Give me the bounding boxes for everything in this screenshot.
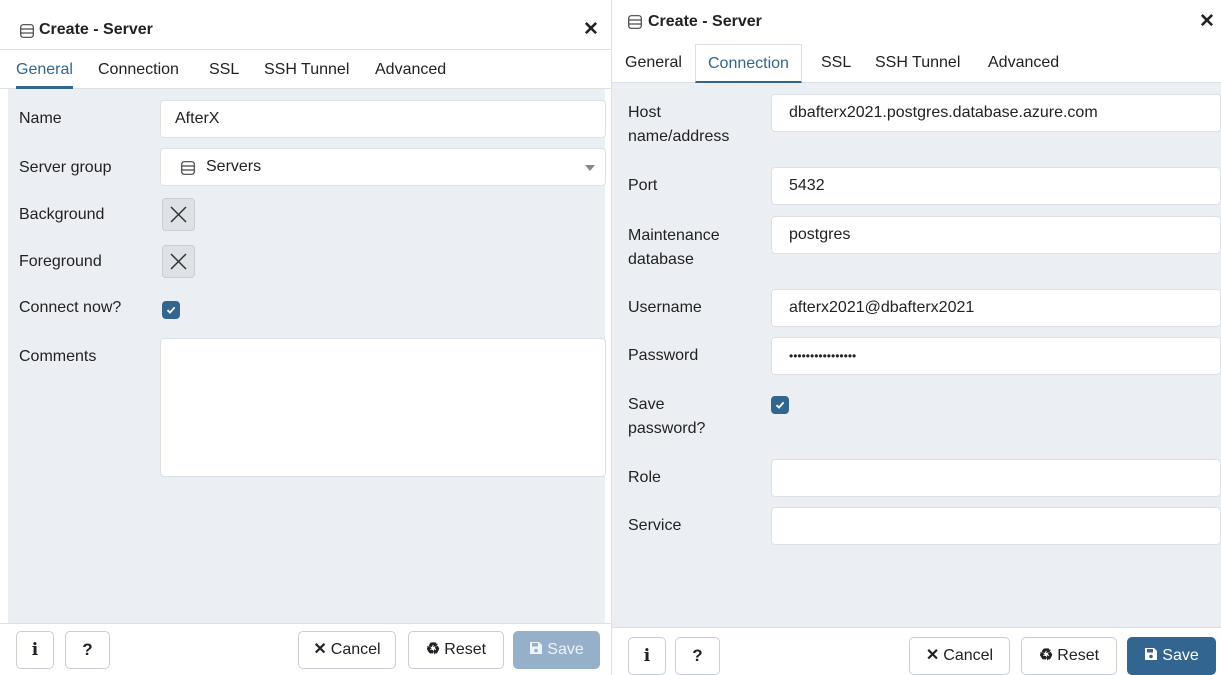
username-input[interactable]: afterx2021@dbafterx2021: [771, 289, 1221, 327]
save-password-checkbox[interactable]: [771, 396, 789, 414]
foreground-label: Foreground: [19, 253, 102, 270]
check-icon: [166, 306, 176, 314]
reset-button[interactable]: ♻ Reset: [1021, 637, 1117, 675]
floppy-disk-icon: [529, 632, 543, 668]
server-group-value: Servers: [206, 158, 262, 175]
port-input[interactable]: 5432: [771, 167, 1221, 205]
dialog-tabs: General Connection SSL SSH Tunnel Advanc…: [612, 44, 1221, 83]
foreground-color-picker[interactable]: [162, 245, 195, 278]
close-button[interactable]: ✕: [1197, 12, 1217, 32]
save-button[interactable]: Save: [1127, 637, 1216, 675]
tab-general[interactable]: General: [16, 50, 73, 89]
save-password-label-line1: Save: [628, 396, 665, 413]
server-group-label: Server group: [19, 159, 112, 176]
tab-advanced[interactable]: Advanced: [988, 44, 1059, 83]
save-password-label-line2: password?: [628, 420, 706, 437]
dialog-title: Create - Server: [39, 21, 153, 38]
check-icon: [775, 401, 785, 409]
name-input[interactable]: AfterX: [160, 100, 606, 138]
host-label: Host name/address: [628, 101, 729, 149]
comments-label: Comments: [19, 348, 97, 365]
info-button[interactable]: i: [628, 637, 666, 675]
name-label: Name: [19, 110, 62, 127]
cancel-button[interactable]: ✕ Cancel: [298, 631, 396, 669]
create-server-dialog-general: Create - Server ✕ General Connection SSL…: [0, 0, 612, 675]
tab-ssl[interactable]: SSL: [821, 44, 851, 83]
background-color-picker[interactable]: [162, 198, 195, 231]
background-label: Background: [19, 206, 105, 223]
save-button[interactable]: Save: [513, 631, 600, 669]
service-input[interactable]: [771, 507, 1221, 545]
tab-connection[interactable]: Connection: [98, 50, 179, 89]
floppy-disk-icon: [1144, 638, 1158, 674]
maintenance-db-label: Maintenance database: [628, 224, 720, 272]
x-icon: [170, 253, 187, 270]
save-password-label: Save password?: [628, 393, 705, 441]
close-icon: ✕: [313, 641, 327, 658]
password-label: Password: [628, 347, 699, 364]
tab-general[interactable]: General: [625, 44, 682, 83]
tab-ssh-tunnel[interactable]: SSH Tunnel: [264, 50, 349, 89]
save-label: Save: [547, 641, 584, 658]
server-icon: [628, 15, 642, 29]
save-label: Save: [1162, 647, 1199, 664]
server-icon: [20, 24, 34, 38]
help-button[interactable]: ?: [675, 637, 720, 675]
reset-button[interactable]: ♻ Reset: [408, 631, 504, 669]
dialog-tabs: General Connection SSL SSH Tunnel Advanc…: [0, 50, 611, 89]
cancel-label: Cancel: [943, 647, 994, 664]
tab-ssl[interactable]: SSL: [209, 50, 239, 89]
x-icon: [170, 206, 187, 223]
close-button[interactable]: ✕: [581, 20, 601, 40]
username-label: Username: [628, 299, 702, 316]
dialog-footer: i ? ✕ Cancel ♻ Reset Save: [0, 623, 611, 675]
connection-form: Host name/address dbafterx2021.postgres.…: [612, 83, 1221, 627]
maintenance-db-label-line2: database: [628, 251, 694, 268]
cancel-button[interactable]: ✕ Cancel: [909, 637, 1010, 675]
maintenance-db-input[interactable]: postgres: [771, 216, 1221, 254]
server-group-select[interactable]: Servers: [160, 148, 606, 186]
dialog-title: Create - Server: [648, 13, 762, 30]
close-icon: ✕: [925, 647, 940, 664]
recycle-icon: ♻: [1038, 647, 1054, 664]
create-server-dialog-connection: Create - Server ✕ General Connection SSL…: [612, 0, 1221, 675]
comments-textarea[interactable]: [160, 338, 606, 477]
server-icon: [181, 161, 195, 175]
role-label: Role: [628, 469, 661, 486]
chevron-down-icon: [585, 165, 595, 171]
close-icon: ✕: [583, 19, 599, 40]
service-label: Service: [628, 517, 682, 534]
port-label: Port: [628, 177, 658, 194]
tab-ssh-tunnel[interactable]: SSH Tunnel: [875, 44, 960, 83]
general-form: Name AfterX Server group Servers Backgro…: [8, 89, 606, 623]
dialog-footer: i ? ✕ Cancel ♻ Reset Save: [612, 627, 1221, 675]
tab-connection[interactable]: Connection: [695, 44, 802, 83]
cancel-label: Cancel: [330, 641, 381, 658]
recycle-icon: ♻: [425, 641, 441, 658]
host-label-line2: name/address: [628, 128, 730, 145]
help-button[interactable]: ?: [65, 631, 110, 669]
connect-now-label: Connect now?: [19, 299, 122, 316]
reset-label: Reset: [444, 641, 487, 658]
connect-now-checkbox[interactable]: [162, 301, 180, 319]
password-input[interactable]: ••••••••••••••••: [771, 337, 1221, 375]
info-button[interactable]: i: [16, 631, 54, 669]
host-input[interactable]: dbafterx2021.postgres.database.azure.com: [771, 94, 1221, 132]
close-icon: ✕: [1199, 11, 1215, 32]
maintenance-db-label-line1: Maintenance: [628, 227, 720, 244]
tab-advanced[interactable]: Advanced: [375, 50, 446, 89]
dialog-titlebar: Create - Server ✕: [0, 0, 611, 50]
reset-label: Reset: [1057, 647, 1100, 664]
role-input[interactable]: [771, 459, 1221, 497]
host-label-line1: Host: [628, 104, 661, 121]
dialog-titlebar: Create - Server ✕: [612, 0, 1221, 44]
